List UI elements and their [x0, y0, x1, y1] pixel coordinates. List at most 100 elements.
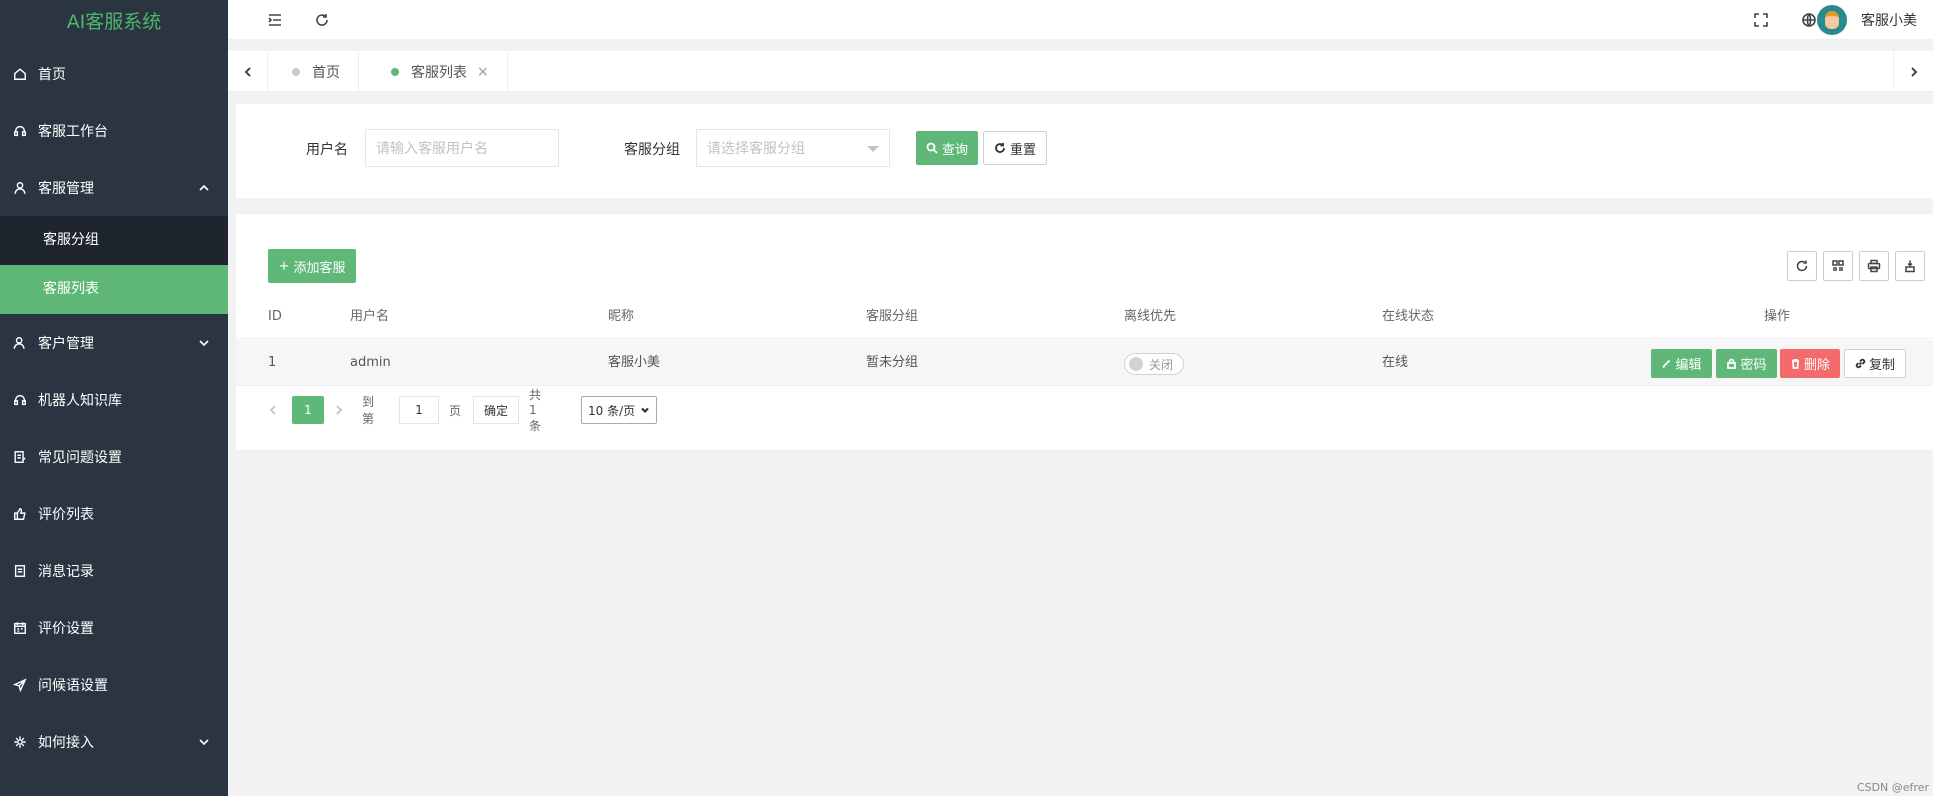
pencil-icon [1662, 359, 1671, 368]
refresh-icon[interactable] [310, 8, 334, 32]
goto-label: 到第 [362, 395, 375, 426]
tab-home[interactable]: 首页 [268, 51, 359, 92]
reset-button[interactable]: 重置 [983, 131, 1047, 165]
sidebar-subitem-agent-list[interactable]: 客服列表 [0, 265, 228, 314]
prev-page-icon[interactable] [268, 396, 284, 424]
tab-bar: 首页 客服列表 × [228, 51, 1933, 92]
print-icon[interactable] [1859, 251, 1889, 281]
sidebar-item-label: 首页 [38, 66, 66, 83]
export-icon[interactable] [1895, 251, 1925, 281]
query-button-label: 查询 [941, 142, 968, 158]
page-size-label: 10 条/页 [588, 403, 636, 418]
sidebar-item-workbench[interactable]: 客服工作台 [0, 102, 228, 159]
column-header: 客服分组 [866, 309, 919, 324]
app-logo-title: AI客服系统 [0, 0, 228, 45]
sidebar-item-label: 客服管理 [38, 180, 94, 197]
plus-icon: + [278, 258, 290, 274]
sidebar-item-message-log[interactable]: 消息记录 [0, 542, 228, 599]
cell-group: 暂未分组 [866, 355, 919, 370]
tab-agent-list[interactable]: 客服列表 × [367, 51, 508, 92]
offline-first-toggle[interactable]: 关闭 [1124, 353, 1184, 375]
table-refresh-icon[interactable] [1787, 251, 1817, 281]
tab-dot [292, 67, 300, 76]
copy-button[interactable]: 复制 [1844, 349, 1906, 378]
sidebar-item-faq-settings[interactable]: 常见问题设置 [0, 428, 228, 485]
sidebar-item-agent-management[interactable]: 客服管理 [0, 159, 228, 216]
sidebar-item-review-settings[interactable]: 评价设置 [0, 599, 228, 656]
copy-label: 复制 [1868, 358, 1895, 373]
user-menu[interactable]: 客服小美 [1817, 5, 1917, 35]
group-select[interactable]: 请选择客服分组 [696, 129, 890, 167]
toggle-knob [1129, 357, 1143, 371]
trash-icon [1791, 359, 1799, 369]
toggle-label: 关闭 [1149, 357, 1174, 372]
tab-scroll-left-icon[interactable] [228, 51, 268, 92]
sidebar-item-label: 常见问题设置 [38, 449, 122, 466]
add-agent-button[interactable]: + 添加客服 [268, 249, 356, 283]
sidebar-subitem-agent-groups[interactable]: 客服分组 [0, 216, 228, 265]
cell-nickname: 客服小美 [608, 355, 661, 370]
edit-button[interactable]: 编辑 [1651, 349, 1712, 378]
delete-button[interactable]: 删除 [1780, 349, 1840, 378]
search-icon [926, 142, 938, 154]
page-size-select[interactable]: 10 条/页 [581, 396, 657, 424]
cell-id: 1 [268, 355, 277, 370]
sidebar-item-label: 评价设置 [38, 620, 94, 637]
lock-icon [1727, 358, 1737, 369]
sidebar-item-label: 消息记录 [38, 563, 94, 580]
group-placeholder: 请选择客服分组 [707, 141, 805, 157]
sidebar-item-label: 问候语设置 [38, 677, 108, 694]
fullscreen-icon[interactable] [1749, 8, 1773, 32]
reset-icon [995, 143, 1005, 153]
chevron-up-icon [198, 182, 210, 194]
sidebar-item-customer-management[interactable]: 客户管理 [0, 314, 228, 371]
tab-scroll-right-icon[interactable] [1893, 51, 1933, 92]
plugin-icon [12, 734, 28, 750]
search-panel: 用户名 请输入客服用户名 客服分组 请选择客服分组 查询 重置 [236, 104, 1933, 198]
top-header: 客服小美 [228, 0, 1933, 40]
add-agent-label: 添加客服 [293, 260, 346, 276]
total-count: 共 1 条 [529, 388, 542, 433]
page-current[interactable]: 1 [292, 396, 324, 424]
sidebar-item-robot-knowledge[interactable]: 机器人知识库 [0, 371, 228, 428]
cell-online-status: 在线 [1382, 355, 1409, 370]
goto-page-input[interactable]: 1 [399, 396, 439, 424]
tab-label: 客服列表 [411, 64, 467, 81]
sidebar-item-review-list[interactable]: 评价列表 [0, 485, 228, 542]
goto-confirm-button[interactable]: 确定 [473, 396, 519, 424]
cell-username: admin [350, 355, 391, 370]
username-input[interactable]: 请输入客服用户名 [365, 129, 559, 167]
sidebar-item-label: 客服工作台 [38, 123, 108, 140]
reset-button-label: 重置 [1009, 142, 1036, 158]
sidebar-item-how-to-integrate[interactable]: 如何接入 [0, 713, 228, 770]
sidebar-item-label: 如何接入 [38, 734, 94, 751]
table-row: 1 admin 客服小美 暂未分组 关闭 在线 编辑 密码 删除 复制 [236, 340, 1933, 386]
sidebar-item-home[interactable]: 首页 [0, 45, 228, 102]
customer-icon [12, 335, 28, 351]
watermark: CSDN @efrer [1856, 781, 1929, 794]
table-header: ID 用户名 昵称 客服分组 离线优先 在线状态 操作 [236, 295, 1933, 339]
password-button[interactable]: 密码 [1716, 349, 1777, 378]
tab-label: 首页 [312, 64, 340, 81]
headset-icon [12, 123, 28, 139]
send-icon [12, 677, 28, 693]
sidebar-item-label: 机器人知识库 [38, 392, 122, 409]
menu-toggle-icon[interactable] [263, 8, 287, 32]
user-icon [12, 180, 28, 196]
username-placeholder: 请输入客服用户名 [376, 141, 488, 157]
avatar [1817, 5, 1847, 35]
next-page-icon[interactable] [334, 396, 350, 424]
sidebar-item-greeting-settings[interactable]: 问候语设置 [0, 656, 228, 713]
query-button[interactable]: 查询 [916, 131, 978, 165]
dropdown-caret-icon [867, 146, 879, 152]
submenu-agent-management: 客服分组 客服列表 [0, 216, 228, 314]
username-label: 用户名 [306, 142, 348, 158]
home-icon [12, 66, 28, 82]
chevron-down-icon [641, 407, 649, 414]
edit-label: 编辑 [1675, 358, 1702, 373]
columns-filter-icon[interactable] [1823, 251, 1853, 281]
tab-dot [391, 67, 399, 76]
page-unit-label: 页 [449, 403, 462, 418]
close-icon[interactable]: × [477, 64, 489, 80]
column-header: 离线优先 [1124, 309, 1177, 324]
